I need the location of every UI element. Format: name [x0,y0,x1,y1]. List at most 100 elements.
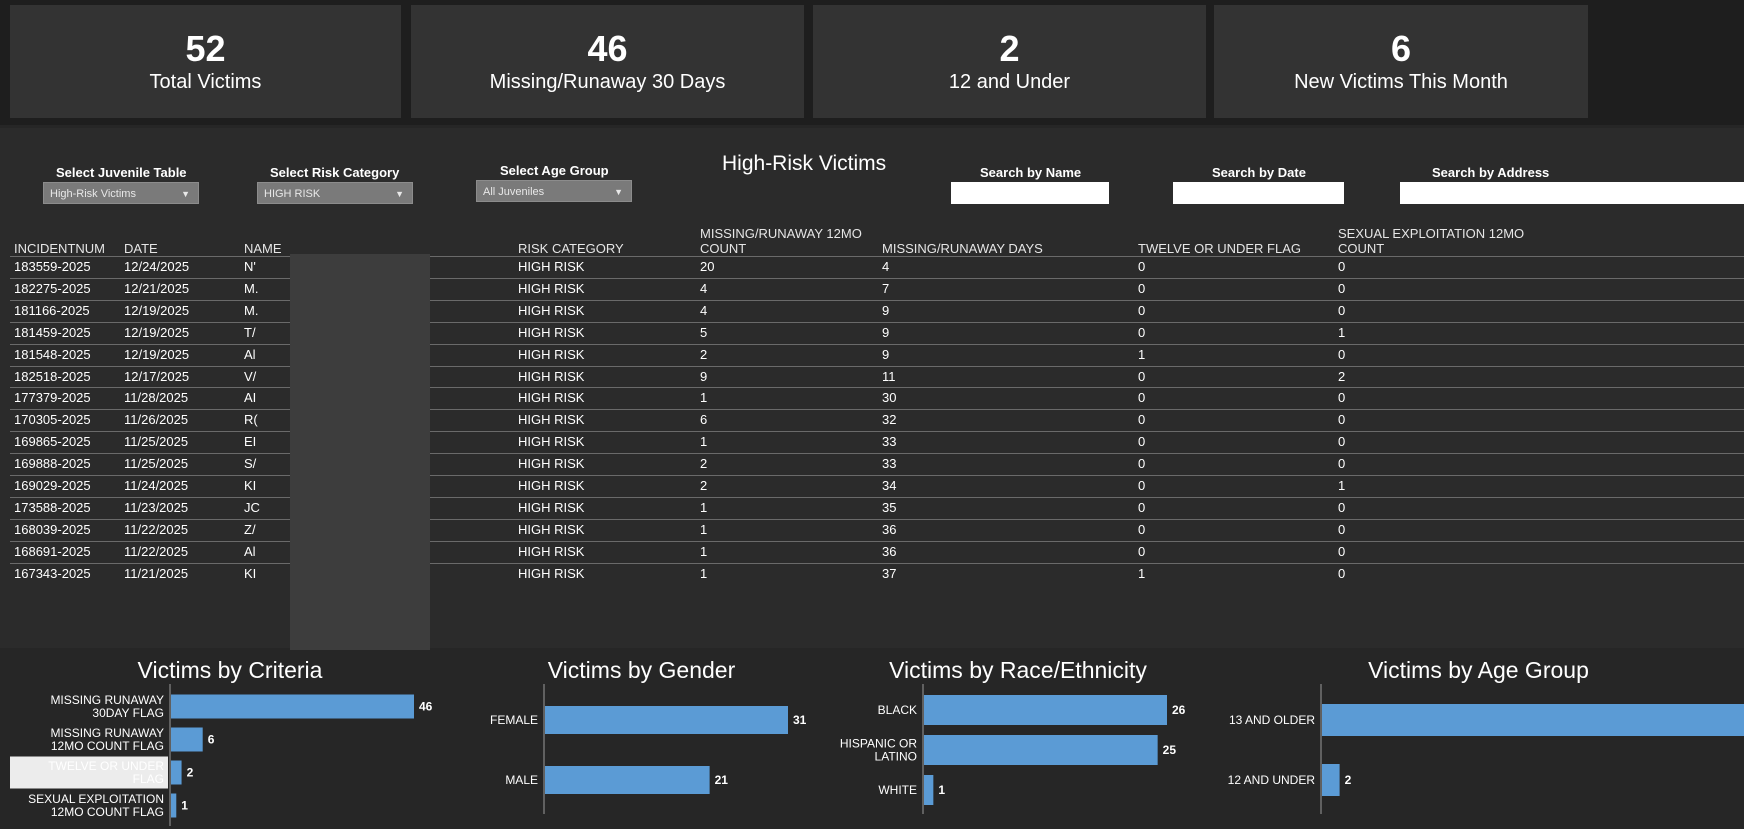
table-row[interactable]: 182275-2025 12/21/2025 M. HIGH RISK 4 7 0 0 [10,277,1744,300]
search-address-input[interactable] [1400,182,1744,204]
cell-twelve: 0 [1138,521,1146,537]
bar[interactable] [1322,764,1340,796]
bar[interactable] [1322,704,1744,736]
col-header-mr-days[interactable]: MISSING/RUNAWAY DAYS [882,241,1043,256]
cell-twelve: 0 [1138,412,1146,428]
juvenile-table-value: High-Risk Victims [50,188,136,200]
cell-se12: 0 [1338,259,1346,274]
cell-mr12: 5 [700,324,708,340]
table-row[interactable]: 173588-2025 11/23/2025 JC HIGH RISK 1 35 0 0 [10,496,1744,519]
table-row[interactable]: 181166-2025 12/19/2025 M. HIGH RISK 4 9 0 0 [10,299,1744,322]
table-row[interactable]: 167343-2025 11/21/2025 KI HIGH RISK 1 37 1 0 [10,562,1744,585]
table-row[interactable]: 183559-2025 12/24/2025 N' HIGH RISK 20 4 0 0 [10,256,1744,278]
table-row[interactable]: 182518-2025 12/17/2025 V/HIGH RISK 9 11 0 2 [10,365,1744,388]
cell-mr12: 1 [700,565,708,581]
cell-incident: 182275-2025 [14,280,91,296]
bar-value-label: 1 [938,783,945,797]
risk-category-dropdown[interactable]: HIGH RISK ▼ [257,182,413,204]
cell-date: 12/19/2025 [124,302,190,318]
cell-date: 12/21/2025 [124,280,190,296]
bar[interactable] [545,706,788,734]
kpi-missing-runaway-30-days: 46 Missing/Runaway 30 Days [411,5,804,118]
cell-se12: 0 [1338,565,1346,581]
bar[interactable] [171,760,182,785]
col-header-se-12mo-count[interactable]: SEXUAL EXPLOITATION 12MO COUNT [1338,226,1524,256]
col-header-mr-12mo-count[interactable]: MISSING/RUNAWAY 12MO COUNT [700,226,862,256]
search-date-input[interactable] [1173,182,1344,204]
cell-mrdays: 7 [882,280,890,296]
col-header-incidentnum[interactable]: INCIDENTNUM [14,241,105,256]
cell-se12: 0 [1338,521,1346,537]
bar-value-label: 6 [208,733,215,747]
cell-name: T/ [244,324,256,340]
cell-se12: 0 [1338,412,1346,428]
col-header-name[interactable]: NAME [244,241,282,256]
cell-name: M. [244,302,259,318]
cell-mrdays: 35 [882,499,897,515]
col-header-date[interactable]: DATE [124,241,158,256]
bar[interactable] [924,695,1167,725]
cell-twelve: 0 [1138,456,1146,472]
table-row[interactable]: 177379-2025 11/28/2025 AI HIGH RISK 1 30 0 0 [10,387,1744,409]
chart-victims-by-race: Victims by Race/Ethnicity 26 BLACK 25 HISPA… [833,652,1203,829]
cell-mrdays: 33 [882,456,897,472]
juvenile-table-dropdown[interactable]: High-Risk Victims ▼ [43,182,199,204]
bar[interactable] [924,775,934,805]
cell-mrdays: 9 [882,346,890,362]
search-name-input[interactable] [951,182,1109,204]
bar-value-label: 1 [181,799,188,813]
cell-mrdays: 30 [882,390,897,406]
header-line: COUNT [700,241,747,256]
table-row[interactable]: 170305-2025 11/26/2025 R(HIGH RISK 6 32 0 0 [10,409,1744,431]
bar[interactable] [171,694,414,719]
cell-date: 11/22/2025 [124,521,189,537]
bar[interactable] [171,727,203,752]
table-row[interactable]: 168039-2025 11/22/2025 Z/HIGH RISK 1 36 0 0 [10,518,1744,541]
bar[interactable] [545,766,710,794]
cell-mr12: 1 [700,499,708,515]
cell-mr12: 2 [700,346,708,362]
cell-date: 11/28/2025 [124,390,189,406]
bar-value-label: 2 [187,766,194,780]
col-header-risk-category[interactable]: RISK CATEGORY [518,241,624,256]
redaction-box [290,254,430,650]
table-row[interactable]: 168691-2025 11/22/2025 Al HIGH RISK 1 36 0 0 [10,540,1744,563]
table-row[interactable]: 169029-2025 11/24/2025 KI HIGH RISK 2 34 0 1 [10,475,1744,497]
cell-se12: 1 [1338,478,1346,493]
cell-name: KI [244,478,257,493]
search-name-label: Search by Name [980,165,1082,180]
table-row[interactable]: 181459-2025 12/19/2025 T/HIGH RISK 5 9 0 1 [10,321,1744,344]
cell-mrdays: 32 [882,412,897,428]
bar[interactable] [171,793,177,818]
cell-name: R( [244,412,258,428]
bar[interactable] [924,735,1158,765]
age-group-dropdown[interactable]: All Juveniles ▼ [476,180,632,202]
cell-date: 11/26/2025 [124,412,189,428]
cell-risk: HIGH RISK [518,478,585,493]
cell-twelve: 0 [1138,434,1146,450]
cell-mrdays: 36 [882,543,897,559]
cell-mr12: 9 [700,368,708,384]
cell-risk: HIGH RISK [518,302,585,318]
kpi-new-victims-this-month: 6 New Victims This Month [1214,5,1588,118]
cell-mrdays: 37 [882,565,897,581]
category-label: FEMALE [490,713,538,727]
cell-incident: 182518-2025 [14,368,91,384]
kpi-label: New Victims This Month [1294,70,1508,93]
cell-name: Z/ [244,521,256,537]
category-label: MISSING RUNAWAY [50,726,164,740]
category-label: WHITE [878,783,917,797]
chart-victims-by-age-group: Victims by Age Group 13 AND OLDER 2 12 AND… [1213,652,1744,829]
cell-mr12: 4 [700,302,708,318]
kpi-12-and-under: 2 12 and Under [813,5,1206,118]
cell-incident: 169865-2025 [14,434,91,450]
table-row[interactable]: 181548-2025 12/19/2025 Al HIGH RISK 2 9 1 0 [10,343,1744,366]
cell-twelve: 0 [1138,302,1146,318]
cell-mrdays: 34 [882,478,897,493]
cell-mr12: 6 [700,412,708,428]
col-header-twelve-or-under[interactable]: TWELVE OR UNDER FLAG [1138,241,1301,256]
search-date-label: Search by Date [1212,165,1306,180]
table-row[interactable]: 169888-2025 11/25/2025 S/HIGH RISK 2 33 0 0 [10,453,1744,475]
table-row[interactable]: 169865-2025 11/25/2025 EI HIGH RISK 1 33 0 0 [10,431,1744,453]
kpi-value: 46 [587,27,628,69]
